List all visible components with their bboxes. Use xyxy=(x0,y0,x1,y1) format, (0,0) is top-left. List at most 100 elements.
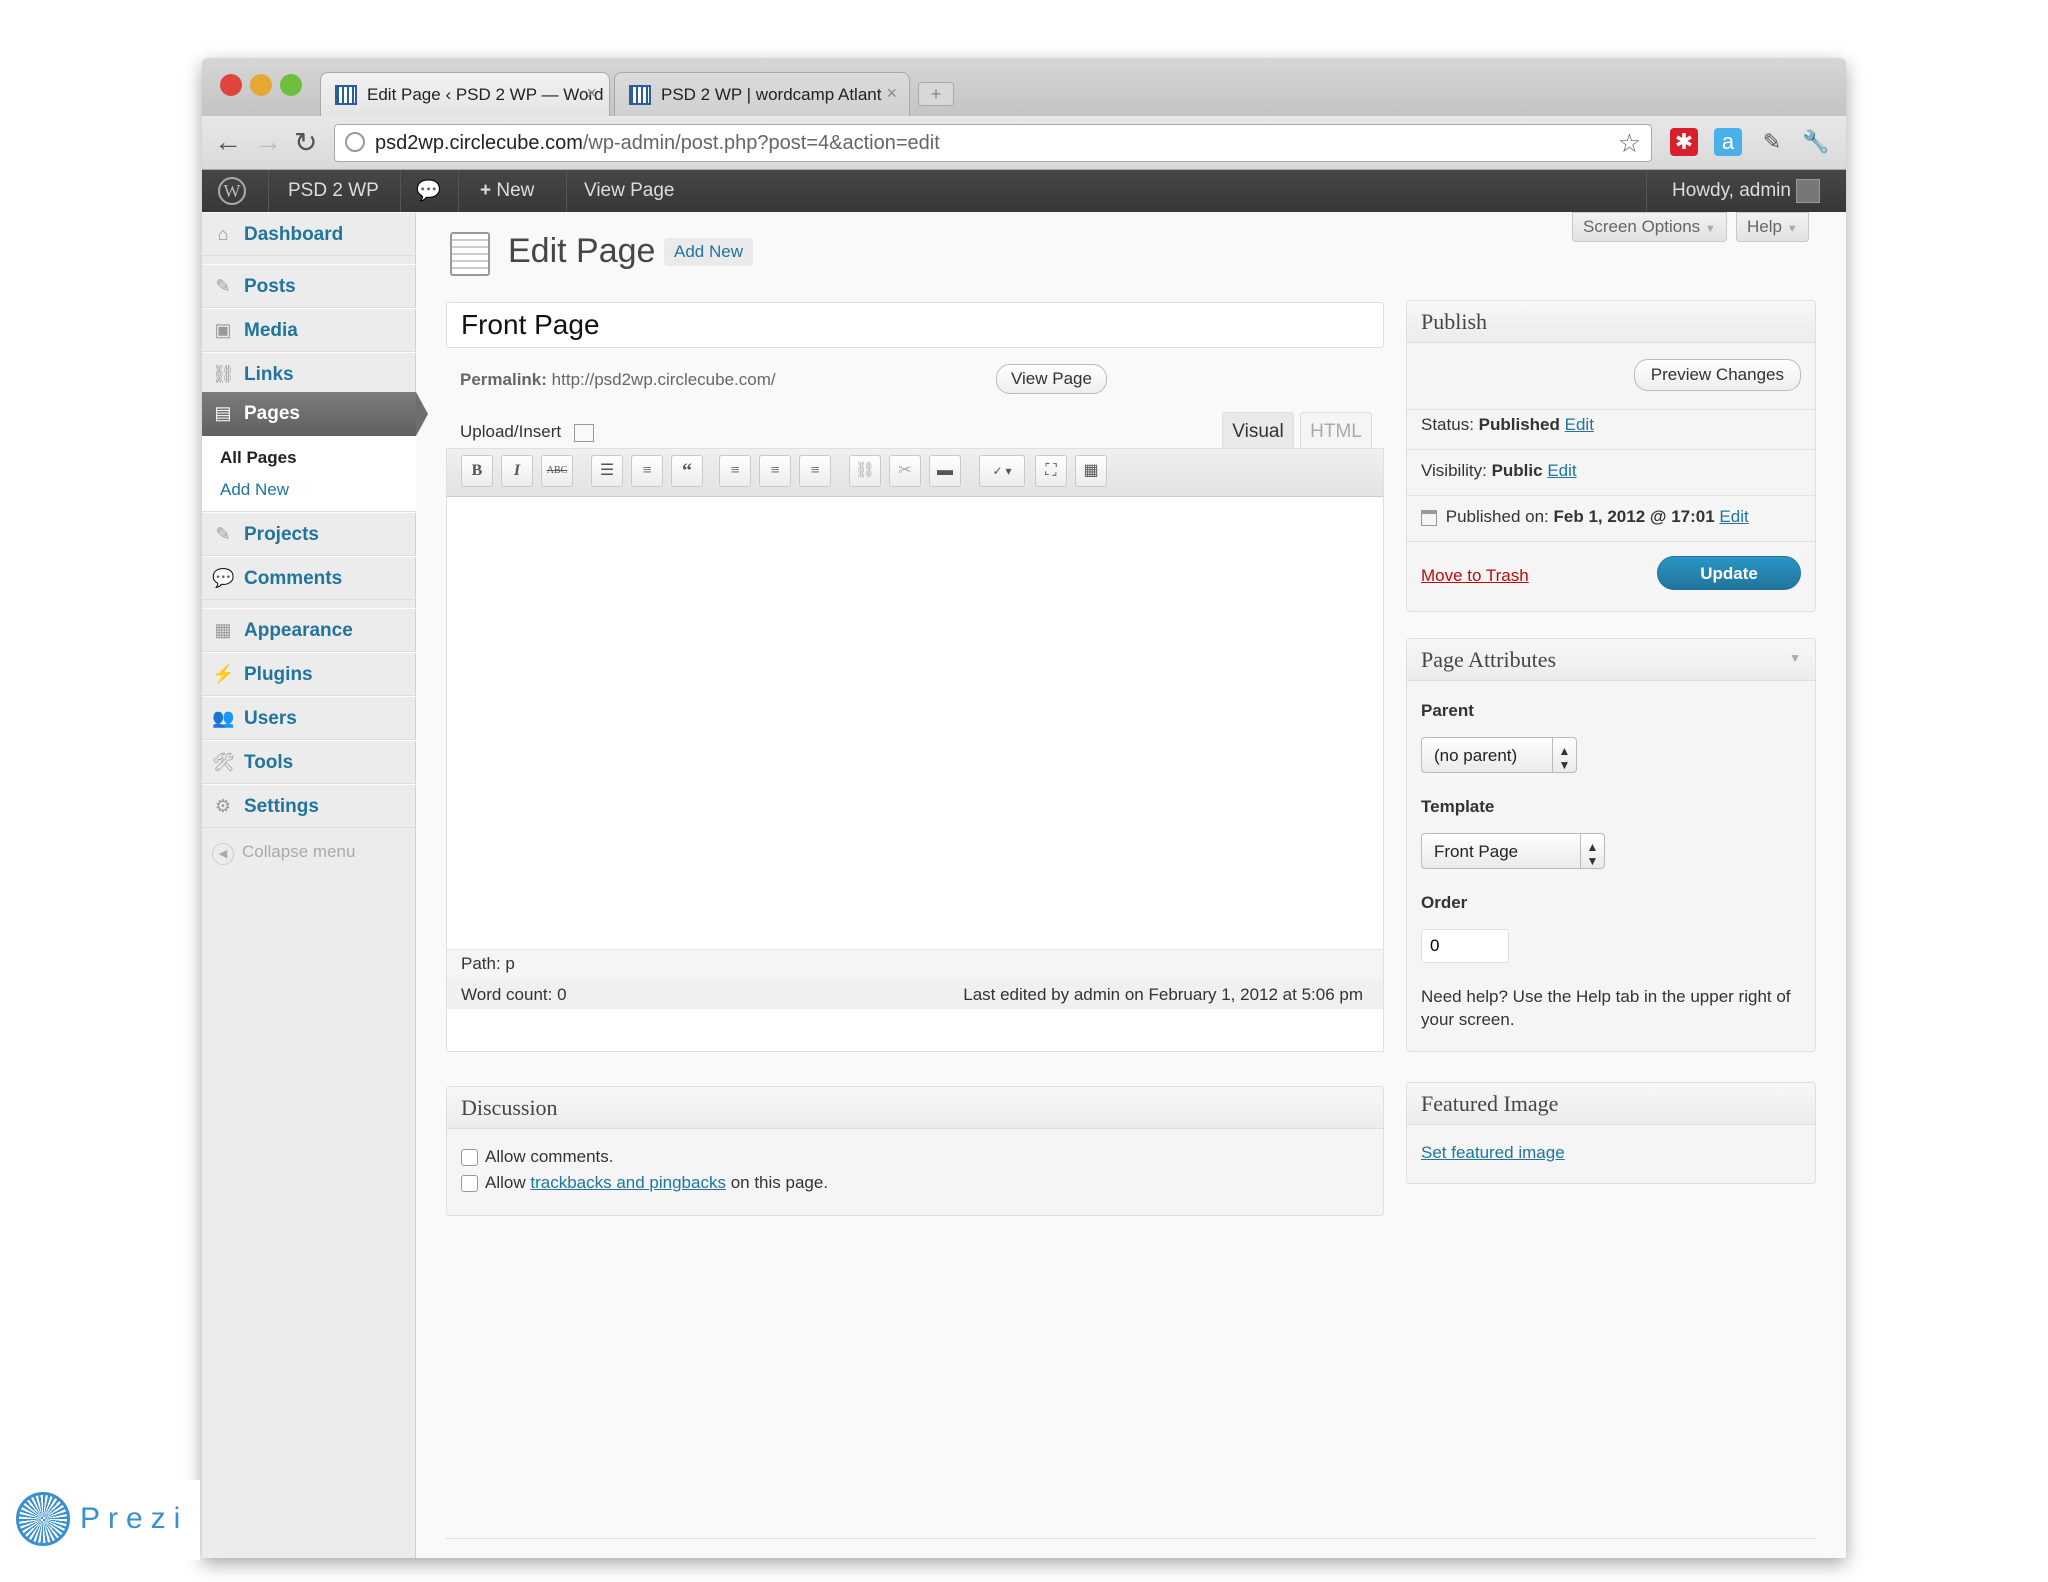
editor-path: Path: p xyxy=(447,949,1383,979)
unlink-icon[interactable]: ✂ xyxy=(889,455,921,487)
close-tab-icon[interactable]: × xyxy=(886,83,897,104)
tab-html[interactable]: HTML xyxy=(1300,412,1372,448)
order-input[interactable]: 0 xyxy=(1421,929,1509,963)
toggle-arrow-icon[interactable]: ▼ xyxy=(1789,651,1801,666)
pin-icon: ✎ xyxy=(215,524,231,544)
sidebar-item-links[interactable]: ⛓ Links xyxy=(202,352,416,396)
minimize-window-button[interactable] xyxy=(250,74,272,96)
featured-image-title[interactable]: Featured Image xyxy=(1407,1083,1815,1125)
view-page-link[interactable]: View Page xyxy=(584,170,675,212)
address-bar[interactable]: psd2wp.circlecube.com/wp-admin/post.php?… xyxy=(334,124,1652,162)
kitchen-sink-icon[interactable]: ▦ xyxy=(1075,455,1107,487)
allow-comments-checkbox[interactable] xyxy=(461,1149,478,1166)
edit-status-link[interactable]: Edit xyxy=(1565,415,1594,434)
add-new-button[interactable]: Add New xyxy=(664,238,753,266)
plus-icon: + xyxy=(480,180,497,201)
media-icon: ▣ xyxy=(214,320,232,340)
sidebar-item-projects[interactable]: ✎ Projects xyxy=(202,512,416,556)
sidebar-item-label: Settings xyxy=(244,796,319,817)
sidebar-item-appearance[interactable]: ▦ Appearance xyxy=(202,608,416,652)
template-select[interactable]: Front Page ▲ ▼ xyxy=(1421,833,1605,869)
align-center-icon[interactable]: ≡ xyxy=(759,455,791,487)
close-window-button[interactable] xyxy=(220,74,242,96)
publish-title[interactable]: Publish xyxy=(1407,301,1815,343)
italic-icon[interactable]: I xyxy=(501,455,533,487)
strikethrough-icon[interactable]: ABC xyxy=(541,455,573,487)
move-to-trash-link[interactable]: Move to Trash xyxy=(1421,566,1529,586)
eyedropper-icon[interactable]: ✎ xyxy=(1758,128,1786,156)
sidebar-item-plugins[interactable]: ⚡ Plugins xyxy=(202,652,416,696)
site-name-link[interactable]: PSD 2 WP xyxy=(288,170,379,212)
sidebar-item-posts[interactable]: ✎ Posts xyxy=(202,264,416,308)
allow-trackbacks-checkbox[interactable] xyxy=(461,1175,478,1192)
help-button[interactable]: Help ▼ xyxy=(1736,212,1809,242)
extension-blue-icon[interactable]: a xyxy=(1714,128,1742,156)
preview-changes-button[interactable]: Preview Changes xyxy=(1633,359,1801,391)
forward-arrow-icon[interactable]: → xyxy=(254,126,282,158)
parent-select[interactable]: (no parent) ▲ ▼ xyxy=(1421,737,1577,773)
align-left-icon[interactable]: ≡ xyxy=(719,455,751,487)
update-button[interactable]: Update xyxy=(1657,556,1801,590)
blockquote-icon[interactable]: “ xyxy=(671,455,703,487)
sidebar-item-pages[interactable]: ▤ Pages xyxy=(202,392,428,436)
wordpress-logo-icon[interactable]: W xyxy=(218,170,248,212)
last-edited: Last edited by admin on February 1, 2012… xyxy=(963,985,1363,1004)
sidebar-item-users[interactable]: 👥 Users xyxy=(202,696,416,740)
edit-date-link[interactable]: Edit xyxy=(1719,507,1748,526)
browser-tab-active[interactable]: Edit Page ‹ PSD 2 WP — Word × xyxy=(320,72,610,116)
upload-insert-row[interactable]: Upload/Insert xyxy=(460,422,594,442)
close-tab-icon[interactable]: × xyxy=(586,83,597,104)
comments-bubble-icon[interactable]: 💬 xyxy=(416,170,441,212)
sidebar-item-settings[interactable]: ⚙ Settings xyxy=(202,784,416,828)
bullet-list-icon[interactable]: ☰ xyxy=(591,455,623,487)
screen-options-button[interactable]: Screen Options ▼ xyxy=(1572,212,1727,242)
spellcheck-icon[interactable]: ✓ ▾ xyxy=(979,455,1025,487)
new-content-menu[interactable]: + New xyxy=(480,170,534,212)
view-page-button[interactable]: View Page xyxy=(996,364,1107,394)
numbered-list-icon[interactable]: ≡ xyxy=(631,455,663,487)
permalink-url[interactable]: http://psd2wp.circlecube.com/ xyxy=(552,370,776,389)
maximize-window-button[interactable] xyxy=(280,74,302,96)
browser-tab-inactive[interactable]: PSD 2 WP | wordcamp Atlant × xyxy=(614,72,910,116)
back-arrow-icon[interactable]: ← xyxy=(214,126,242,158)
page-attributes-title[interactable]: Page Attributes ▼ xyxy=(1407,639,1815,681)
appearance-icon: ▦ xyxy=(214,620,232,640)
sidebar-item-comments[interactable]: 💬 Comments xyxy=(202,556,416,600)
reload-icon[interactable]: ↻ xyxy=(294,126,317,159)
sidebar-item-label: Appearance xyxy=(244,620,353,641)
wordpress-favicon-icon xyxy=(629,85,651,105)
editor-body[interactable] xyxy=(447,497,1383,997)
sidebar-item-label: Pages xyxy=(244,403,300,424)
sidebar-item-media[interactable]: ▣ Media xyxy=(202,308,416,352)
submenu-add-new[interactable]: Add New xyxy=(220,480,289,500)
post-title-input[interactable]: Front Page xyxy=(446,302,1384,348)
wrench-icon[interactable]: 🔧 xyxy=(1802,128,1830,156)
sidebar-item-dashboard[interactable]: ⌂ Dashboard xyxy=(202,212,416,256)
sidebar-item-tools[interactable]: 🛠 Tools xyxy=(202,740,416,784)
trackbacks-link[interactable]: trackbacks and pingbacks xyxy=(530,1173,726,1192)
edit-visibility-link[interactable]: Edit xyxy=(1547,461,1576,480)
sidebar-item-label: Posts xyxy=(244,276,296,297)
extension-red-icon[interactable]: ✱ xyxy=(1670,128,1698,156)
align-right-icon[interactable]: ≡ xyxy=(799,455,831,487)
comment-icon: 💬 xyxy=(212,568,235,588)
prezi-watermark: Prezi xyxy=(0,1480,200,1560)
published-on-row: Published on: Feb 1, 2012 @ 17:01 Edit xyxy=(1421,507,1749,527)
set-featured-image-link[interactable]: Set featured image xyxy=(1421,1143,1565,1163)
page-title: Edit Page xyxy=(508,232,656,270)
more-tag-icon[interactable]: ▬ xyxy=(929,455,961,487)
bold-icon[interactable]: B xyxy=(461,455,493,487)
howdy-account-menu[interactable]: Howdy, admin xyxy=(1672,170,1821,212)
submenu-all-pages[interactable]: All Pages xyxy=(220,448,297,468)
insert-link-icon[interactable]: ⛓ xyxy=(849,455,881,487)
fullscreen-icon[interactable]: ⛶ xyxy=(1035,455,1067,487)
discussion-title[interactable]: Discussion xyxy=(447,1087,1383,1129)
sidebar-item-label: Dashboard xyxy=(244,224,344,245)
media-upload-icon[interactable] xyxy=(573,423,594,442)
collapse-menu[interactable]: ◀ Collapse menu xyxy=(212,842,355,865)
new-tab-button[interactable]: + xyxy=(918,82,954,106)
tab-visual[interactable]: Visual xyxy=(1222,412,1294,448)
bookmark-star-icon[interactable]: ☆ xyxy=(1618,128,1641,159)
tab-title: PSD 2 WP | wordcamp Atlant xyxy=(661,85,882,104)
page-attributes-help: Need help? Use the Help tab in the upper… xyxy=(1421,987,1791,1029)
